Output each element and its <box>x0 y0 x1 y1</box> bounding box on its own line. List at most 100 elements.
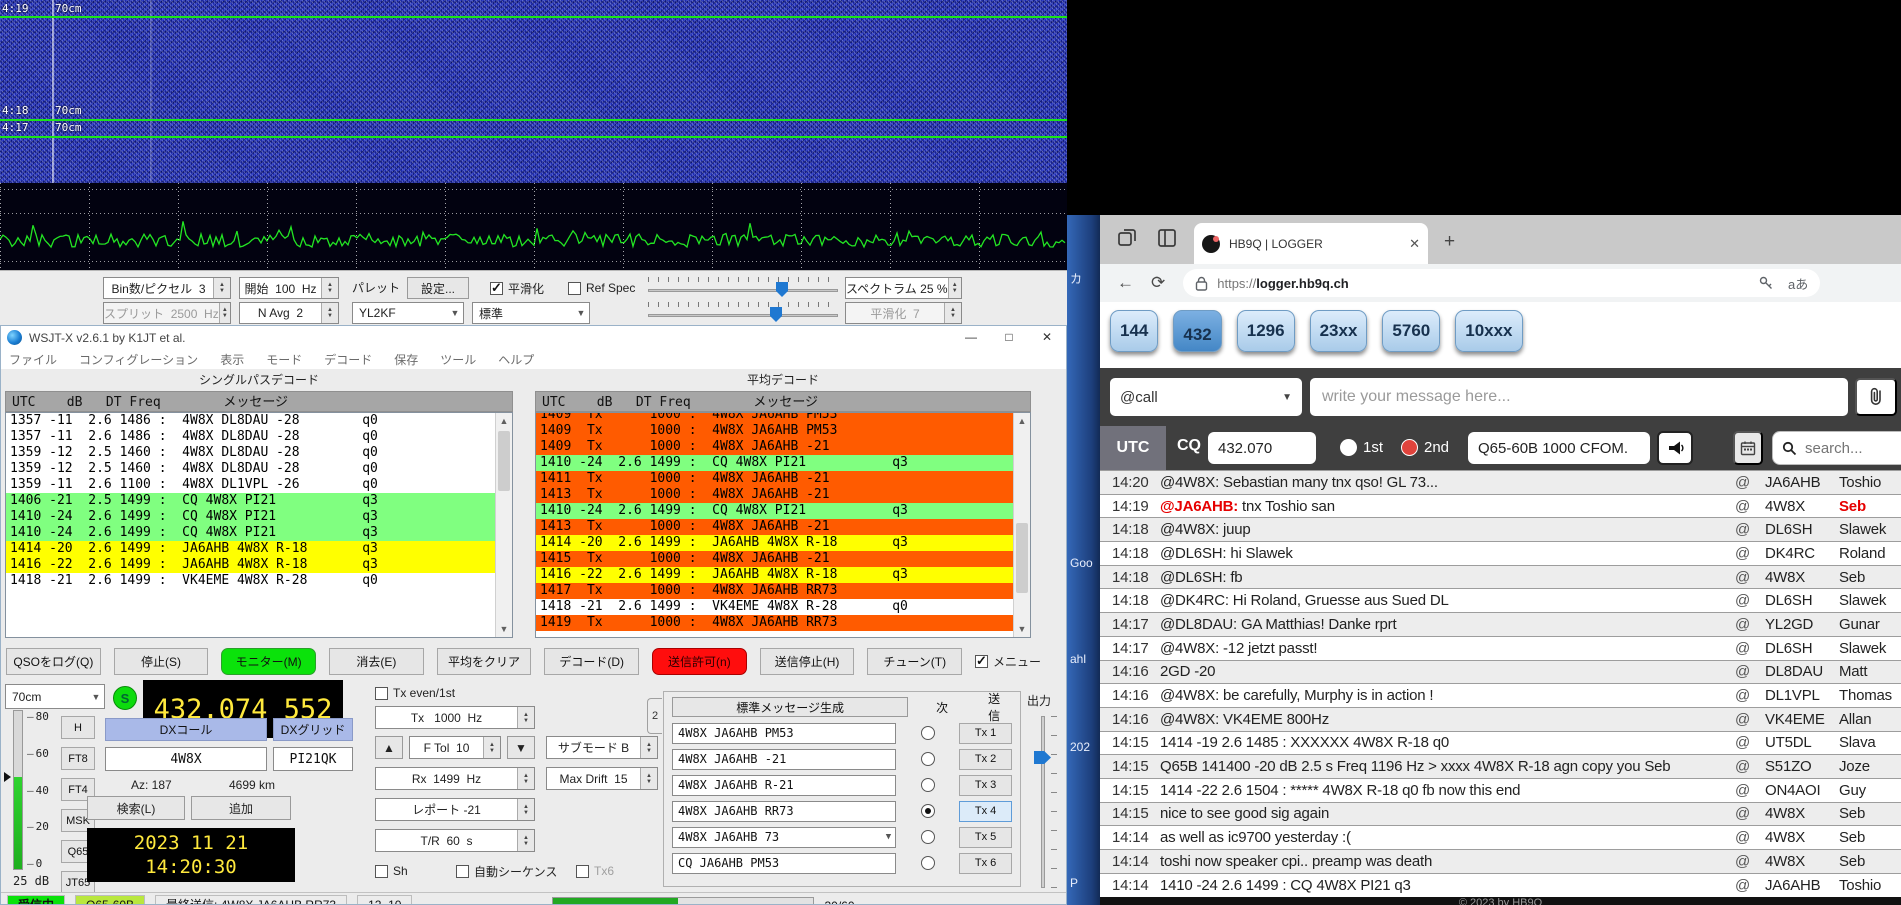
chat-at-symbol[interactable]: @ <box>1735 829 1765 846</box>
lookup-button[interactable]: 検索(L) <box>87 796 185 820</box>
spectrum-percent-spinner[interactable]: スペクトラム 25 % ▲▼ <box>845 277 962 299</box>
decode-row[interactable]: 1357 -11 2.6 1486 : 4W8X DL8DAU -28 q0 <box>6 413 495 429</box>
start-freq-spinner[interactable]: 開始 100 Hz ▲▼ <box>239 277 339 299</box>
first-period-radio[interactable] <box>1340 439 1357 456</box>
chat-row[interactable]: 14:17 @4W8X: -12 jetzt passt! @ DL6SH Sl… <box>1100 636 1901 660</box>
chat-at-symbol[interactable]: @ <box>1735 877 1765 894</box>
chat-row[interactable]: 14:14 toshi now speaker cpi.. preamp was… <box>1100 849 1901 873</box>
menu-item[interactable]: コンフィグレーション <box>79 351 198 368</box>
chat-row[interactable]: 14:16 2GD -20 @ DL8DAU Matt <box>1100 660 1901 684</box>
chat-row[interactable]: 14:17 @DL8DAU: GA Matthias! Danke rprt @… <box>1100 612 1901 636</box>
chat-row[interactable]: 14:14 as well as ic9700 yesterday :( @ 4… <box>1100 825 1901 849</box>
menu-item[interactable]: ツール <box>440 351 476 368</box>
decode-row[interactable]: 1418 -21 2.6 1499 : VK4EME 4W8X R-28 q0 <box>536 599 1013 615</box>
decode-row[interactable]: 1418 -21 2.6 1499 : VK4EME 4W8X R-28 q0 <box>6 573 495 589</box>
smooth-checkbox[interactable]: 平滑化 <box>490 277 544 299</box>
chat-at-symbol[interactable]: @ <box>1735 758 1765 775</box>
decode-row[interactable]: 1415 Tx 1000 : 4W8X JA6AHB -21 <box>536 551 1013 567</box>
tx-to-rx-button[interactable]: ▲ <box>375 736 403 759</box>
gain-slider[interactable] <box>648 277 838 299</box>
max-drift-spinner[interactable]: Max Drift 15▲▼ <box>546 767 658 790</box>
decode-row[interactable]: 1413 Tx 1000 : 4W8X JA6AHB -21 <box>536 487 1013 503</box>
chat-callsign[interactable]: JA6AHB <box>1765 877 1839 894</box>
scroll-down-icon[interactable]: ▼ <box>1014 621 1030 637</box>
chat-row[interactable]: 14:18 @DK4RC: Hi Roland, Gruesse aus Sue… <box>1100 588 1901 612</box>
add-button[interactable]: 追加 <box>191 796 291 820</box>
tx-button[interactable]: Tx 1 <box>959 723 1012 744</box>
decode-row[interactable]: 1416 -22 2.6 1499 : JA6AHB 4W8X R-18 q3 <box>6 557 495 573</box>
chat-callsign[interactable]: JA6AHB <box>1765 474 1839 491</box>
chat-callsign[interactable]: DL8DAU <box>1765 663 1839 680</box>
search-input[interactable] <box>1805 440 1885 457</box>
menu-item[interactable]: ヘルプ <box>498 351 534 368</box>
spinner-arrows-icon[interactable]: ▲▼ <box>483 737 500 758</box>
scrollbar[interactable]: ▲ ▼ <box>495 413 512 637</box>
waterfall-display[interactable]: 4:19 70cm4:18 70cm4:17 70cm <box>0 0 1067 183</box>
chat-callsign[interactable]: DL6SH <box>1765 592 1839 609</box>
chat-callsign[interactable]: DK4RC <box>1765 545 1839 562</box>
chat-callsign[interactable]: 4W8X <box>1765 569 1839 586</box>
band-button[interactable]: 5760 <box>1382 310 1440 352</box>
chat-row[interactable]: 14:15 1414 -22 2.6 1504 : ***** 4W8X R-1… <box>1100 778 1901 802</box>
scroll-down-icon[interactable]: ▼ <box>496 621 512 637</box>
mode-button[interactable]: H <box>61 716 95 739</box>
spectrum-graph[interactable] <box>0 183 1067 270</box>
tx-message-field[interactable]: CQ JA6AHB PM53▼ <box>672 853 896 874</box>
spinner-arrows-icon[interactable]: ▲▼ <box>321 278 338 298</box>
chat-row[interactable]: 14:16 @4W8X: be carefully, Murphy is in … <box>1100 683 1901 707</box>
tx-button[interactable]: Tx 5 <box>959 827 1012 848</box>
chat-callsign[interactable]: YL2GD <box>1765 616 1839 633</box>
scrollbar[interactable]: ▲ ▼ <box>1013 413 1030 637</box>
chat-row[interactable]: 14:14 1410 -24 2.6 1499 : CQ 4W8X PI21 q… <box>1100 873 1901 897</box>
tx-button[interactable]: Tx 4 <box>959 801 1012 822</box>
palette-settings-button[interactable]: 設定... <box>407 277 469 299</box>
decode-row[interactable]: 1410 -24 2.6 1499 : CQ 4W8X PI21 q3 <box>536 503 1013 519</box>
spinner-arrows-icon[interactable]: ▲▼ <box>517 768 534 789</box>
menu-item[interactable]: デコード <box>324 351 372 368</box>
calendar-button[interactable] <box>1733 431 1763 465</box>
decode-row[interactable]: 1419 Tx 1000 : 4W8X JA6AHB RR73 <box>536 615 1013 631</box>
band-button[interactable]: 10xxx <box>1455 310 1522 352</box>
password-key-icon[interactable] <box>1758 275 1774 291</box>
tx-even-checkbox[interactable]: Tx even/1st <box>375 682 455 704</box>
workspaces-icon[interactable] <box>1116 227 1138 249</box>
tab-close-icon[interactable]: ✕ <box>1409 236 1420 252</box>
chat-callsign[interactable]: VK4EME <box>1765 711 1839 728</box>
decode-row[interactable]: 1416 -22 2.6 1499 : JA6AHB 4W8X R-18 q3 <box>536 567 1013 583</box>
chat-at-symbol[interactable]: @ <box>1735 663 1765 680</box>
decode-row[interactable]: 1406 -21 2.5 1499 : CQ 4W8X PI21 q3 <box>6 493 495 509</box>
chat-at-symbol[interactable]: @ <box>1735 805 1765 822</box>
decode-row[interactable]: 1409 Tx 1000 : 4W8X JA6AHB PM53 <box>536 412 1013 423</box>
chat-callsign[interactable]: 4W8X <box>1765 853 1839 870</box>
spinner-arrows-icon[interactable]: ▲▼ <box>517 830 534 851</box>
tx-message-field[interactable]: 4W8X JA6AHB RR73▼ <box>672 801 896 822</box>
action-button[interactable]: デコード(D) <box>544 648 639 675</box>
decode-row[interactable]: 1359 -11 2.6 1100 : 4W8X DL1VPL -26 q0 <box>6 477 495 493</box>
chat-row[interactable]: 14:18 @DL6SH: fb @ 4W8X Seb <box>1100 565 1901 589</box>
single-decode-panel[interactable]: 1357 -11 2.6 1486 : 4W8X DL8DAU -28 q0 13… <box>5 412 513 638</box>
chat-row[interactable]: 14:16 @4W8X: VK4EME 800Hz @ VK4EME Allan <box>1100 707 1901 731</box>
chat-message-list[interactable]: 14:20 @4W8X: Sebastian many tnx qso! GL … <box>1100 470 1901 897</box>
chat-callsign[interactable]: DL6SH <box>1765 521 1839 538</box>
chat-at-symbol[interactable]: @ <box>1735 498 1765 515</box>
utc-column-tab[interactable]: UTC <box>1100 426 1166 470</box>
decode-row[interactable]: 1410 -24 2.6 1499 : CQ 4W8X PI21 q3 <box>6 525 495 541</box>
chat-callsign[interactable]: 4W8X <box>1765 805 1839 822</box>
decode-row[interactable]: 1413 Tx 1000 : 4W8X JA6AHB -21 <box>536 519 1013 535</box>
minimize-button[interactable]: — <box>952 326 990 349</box>
band-button[interactable]: 1296 <box>1237 310 1295 352</box>
action-button[interactable]: チューン(T) <box>867 648 962 675</box>
spinner-arrows-icon[interactable]: ▲▼ <box>948 278 961 298</box>
dx-call-field[interactable]: 4W8X <box>105 747 267 771</box>
tx-button[interactable]: Tx 2 <box>959 749 1012 770</box>
band-button[interactable]: 432 <box>1173 310 1221 352</box>
menu-item[interactable]: 保存 <box>394 351 418 368</box>
next-radio[interactable] <box>921 726 935 740</box>
chat-at-symbol[interactable]: @ <box>1735 711 1765 728</box>
tx-message-field[interactable]: 4W8X JA6AHB R-21▼ <box>672 775 896 796</box>
dx-call-header[interactable]: DXコール <box>105 718 267 741</box>
menu-item[interactable]: 表示 <box>220 351 244 368</box>
chat-callsign[interactable]: DL6SH <box>1765 640 1839 657</box>
title-bar[interactable]: WSJT-X v2.6.1 by K1JT et al. — □ ✕ <box>1 326 1066 349</box>
spinner-arrows-icon[interactable]: ▲▼ <box>321 303 338 323</box>
